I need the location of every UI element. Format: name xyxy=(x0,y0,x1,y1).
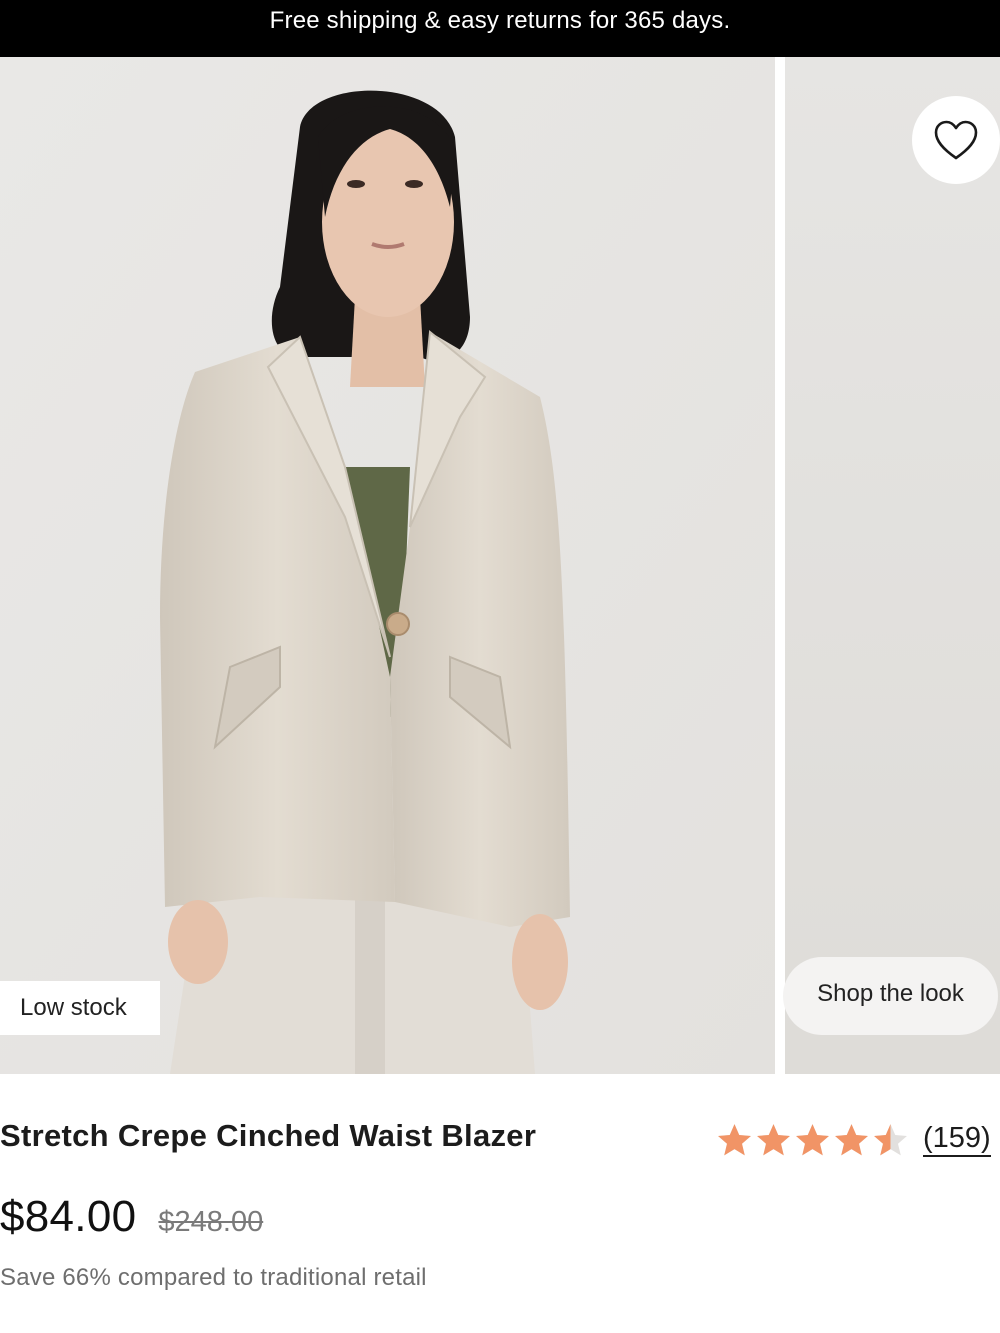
product-image-main[interactable]: Low stock xyxy=(0,57,775,1074)
low-stock-badge: Low stock xyxy=(0,981,160,1035)
price-row: $84.00 $248.00 xyxy=(0,1192,263,1242)
heart-outline-icon xyxy=(934,120,978,160)
promo-banner: Free shipping & easy returns for 365 day… xyxy=(0,0,1000,57)
product-title: Stretch Crepe Cinched Waist Blazer xyxy=(0,1118,537,1153)
review-count-link[interactable]: (159) xyxy=(923,1123,991,1157)
savings-text: Save 66% compared to traditional retail xyxy=(0,1264,427,1291)
star-icon xyxy=(757,1124,790,1156)
star-icon xyxy=(835,1124,868,1156)
favorite-button[interactable] xyxy=(912,96,1000,184)
rating-stars xyxy=(716,1122,909,1158)
product-image-gallery[interactable]: Low stock Shop the look xyxy=(0,57,1000,1074)
original-price: $248.00 xyxy=(158,1206,264,1238)
product-rating[interactable]: (159) xyxy=(716,1118,991,1162)
sale-price: $84.00 xyxy=(0,1192,137,1241)
product-image-next-preview[interactable] xyxy=(785,57,1000,1074)
star-icon xyxy=(874,1124,907,1156)
shop-the-look-button[interactable]: Shop the look xyxy=(783,957,998,1035)
low-stock-label: Low stock xyxy=(20,994,127,1021)
star-icon xyxy=(796,1124,829,1156)
star-icon xyxy=(718,1124,751,1156)
model-wearing-blazer-image xyxy=(0,57,775,1074)
promo-text: Free shipping & easy returns for 365 day… xyxy=(269,6,731,34)
shop-the-look-label: Shop the look xyxy=(817,980,964,1007)
